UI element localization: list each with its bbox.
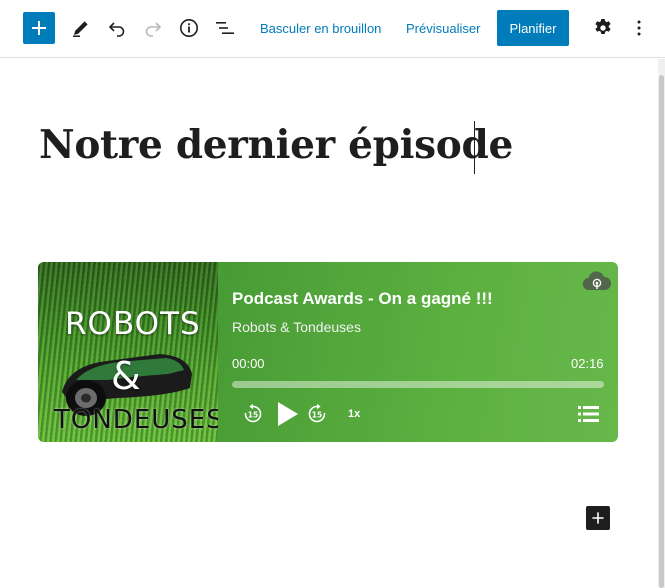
plus-icon xyxy=(32,21,46,35)
playlist-icon xyxy=(578,406,599,422)
list-view-icon xyxy=(216,22,234,34)
play-button[interactable] xyxy=(274,400,300,428)
tools-button[interactable] xyxy=(69,16,93,40)
svg-text:15: 15 xyxy=(248,411,258,420)
preview-button[interactable]: Prévisualiser xyxy=(406,12,480,44)
details-button[interactable] xyxy=(177,16,201,40)
redo-button[interactable] xyxy=(141,16,165,40)
podcast-cloud-icon xyxy=(582,271,612,291)
current-time: 00:00 xyxy=(232,356,265,371)
podcast-player[interactable]: ROBOTS & TONDEUSES Podcast Awards - On a… xyxy=(38,262,618,442)
svg-text:15: 15 xyxy=(312,411,322,420)
cover-word: TONDEUSES xyxy=(54,405,218,435)
settings-button[interactable] xyxy=(591,16,615,40)
block-inserter-button[interactable] xyxy=(23,12,55,44)
schedule-button[interactable]: Planifier xyxy=(497,10,569,46)
episode-title: Podcast Awards - On a gagné !!! xyxy=(232,289,493,308)
playlist-button[interactable] xyxy=(578,405,600,423)
text-cursor xyxy=(474,121,475,174)
podcast-cover-art: ROBOTS & TONDEUSES xyxy=(38,262,218,442)
pencil-icon xyxy=(73,21,88,37)
play-icon xyxy=(278,402,298,426)
post-title[interactable]: Notre dernier épisode xyxy=(39,122,513,168)
rewind-15-icon: 15 xyxy=(244,403,262,423)
playback-speed-button[interactable]: 1x xyxy=(348,408,360,420)
plus-icon xyxy=(592,512,604,524)
more-vertical-icon xyxy=(637,20,641,36)
rewind-15-button[interactable]: 15 xyxy=(241,402,265,426)
duration: 02:16 xyxy=(571,356,604,371)
list-view-button[interactable] xyxy=(213,16,237,40)
add-block-button[interactable] xyxy=(586,506,610,530)
cover-word: ROBOTS xyxy=(65,306,201,342)
editor-toolbar: Basculer en brouillon Prévisualiser Plan… xyxy=(0,0,665,58)
cover-word: & xyxy=(111,354,142,398)
undo-button[interactable] xyxy=(105,16,129,40)
forward-15-icon: 15 xyxy=(308,403,326,423)
options-menu-button[interactable] xyxy=(627,16,651,40)
undo-icon xyxy=(108,22,125,37)
forward-15-button[interactable]: 15 xyxy=(305,402,329,426)
redo-icon xyxy=(145,22,162,37)
show-name: Robots & Tondeuses xyxy=(232,319,361,335)
gear-icon xyxy=(595,19,611,34)
switch-to-draft-button[interactable]: Basculer en brouillon xyxy=(260,12,381,44)
info-icon xyxy=(180,19,198,37)
progress-bar[interactable] xyxy=(232,381,604,388)
scrollbar-thumb[interactable] xyxy=(659,75,664,588)
